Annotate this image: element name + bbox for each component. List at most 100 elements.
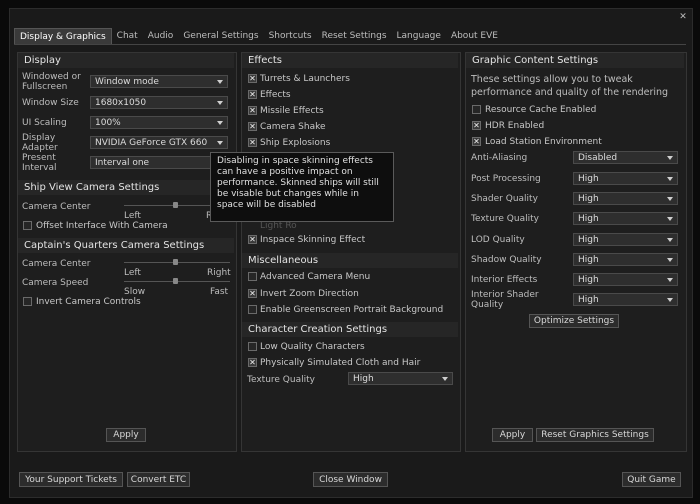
load-station-checkbox[interactable]: ✕ (472, 137, 481, 146)
display-adapter-label: Display Adapter (22, 133, 58, 153)
invert-camera-label: Invert Camera Controls (36, 297, 141, 307)
tab-shortcuts[interactable]: Shortcuts (264, 28, 317, 44)
captain-camera-center-label: Camera Center (22, 259, 91, 269)
window-size-select[interactable]: 1680x1050 (90, 96, 228, 109)
tab-about-eve[interactable]: About EVE (446, 28, 503, 44)
graphic-content-header: Graphic Content Settings (466, 53, 684, 68)
post-processing-value: High (578, 174, 599, 184)
optimize-settings-button[interactable]: Optimize Settings (529, 314, 619, 328)
texture-quality-value: High (578, 214, 599, 224)
post-processing-label: Post Processing (471, 174, 541, 184)
missile-effects-checkbox[interactable]: ✕ (248, 106, 257, 115)
effects-header: Effects (242, 53, 458, 68)
anti-aliasing-select[interactable]: Disabled (573, 151, 678, 164)
low-quality-label: Low Quality Characters (260, 342, 365, 352)
chevron-down-icon (667, 278, 673, 282)
ui-scaling-value: 100% (95, 118, 121, 128)
tab-chat[interactable]: Chat (112, 28, 143, 44)
inspace-skinning-checkbox[interactable]: ✕ (248, 235, 257, 244)
misc-header: Miscellaneous (242, 253, 458, 268)
display-adapter-select[interactable]: NVIDIA GeForce GTX 660 (90, 136, 228, 149)
ui-scaling-label: UI Scaling (22, 118, 67, 128)
tab-divider (14, 44, 686, 45)
graphics-apply-button[interactable]: Apply (492, 428, 533, 442)
reset-graphics-button[interactable]: Reset Graphics Settings (536, 428, 654, 442)
convert-etc-button[interactable]: Convert ETC (127, 472, 190, 487)
skinning-tooltip: Disabling in space skinning effects can … (210, 152, 394, 222)
windowed-label: Windowed or Fullscreen (22, 72, 81, 92)
quit-game-button[interactable]: Quit Game (622, 472, 681, 487)
hidden-effect-label: Light Ro (260, 221, 297, 231)
chevron-down-icon (667, 156, 673, 160)
present-interval-value: Interval one (95, 158, 150, 168)
window-size-label: Window Size (22, 98, 79, 108)
display-apply-button[interactable]: Apply (106, 428, 146, 442)
interior-shader-select[interactable]: High (573, 293, 678, 306)
shadow-quality-label: Shadow Quality (471, 255, 542, 265)
effects-checkbox[interactable]: ✕ (248, 90, 257, 99)
chevron-down-icon (667, 177, 673, 181)
present-interval-select[interactable]: Interval one (90, 156, 228, 169)
effects-label: Effects (260, 90, 291, 100)
tab-display-graphics[interactable]: Display & Graphics (14, 28, 112, 45)
shader-quality-label: Shader Quality (471, 194, 538, 204)
ship-camera-center-knob[interactable] (173, 202, 178, 208)
char-texture-select[interactable]: High (348, 372, 453, 385)
shadow-quality-select[interactable]: High (573, 253, 678, 266)
anti-aliasing-label: Anti-Aliasing (471, 153, 528, 163)
invert-zoom-label: Invert Zoom Direction (260, 289, 359, 299)
windowed-select[interactable]: Window mode (90, 75, 228, 88)
hdr-checkbox[interactable]: ✕ (472, 121, 481, 130)
interior-shader-value: High (578, 295, 599, 305)
captain-fast-label: Fast (210, 287, 229, 297)
texture-quality-select[interactable]: High (573, 212, 678, 225)
ship-camera-center-label: Camera Center (22, 202, 91, 212)
support-tickets-button[interactable]: Your Support Tickets (19, 472, 123, 487)
tab-general-settings[interactable]: General Settings (178, 28, 263, 44)
resource-cache-checkbox[interactable] (472, 105, 481, 114)
lod-quality-select[interactable]: High (573, 233, 678, 246)
close-icon[interactable]: ✕ (678, 12, 688, 22)
invert-zoom-checkbox[interactable]: ✕ (248, 289, 257, 298)
lod-quality-value: High (578, 235, 599, 245)
ship-explosions-checkbox[interactable]: ✕ (248, 138, 257, 147)
tab-audio[interactable]: Audio (143, 28, 179, 44)
captain-camera-speed-label: Camera Speed (22, 278, 89, 288)
invert-camera-checkbox[interactable] (23, 297, 32, 306)
greenscreen-checkbox[interactable] (248, 305, 257, 314)
cloth-hair-label: Physically Simulated Cloth and Hair (260, 358, 421, 368)
display-adapter-value: NVIDIA GeForce GTX 660 (95, 138, 208, 148)
chevron-down-icon (217, 80, 223, 84)
chevron-down-icon (217, 141, 223, 145)
post-processing-select[interactable]: High (573, 172, 678, 185)
interior-effects-select[interactable]: High (573, 273, 678, 286)
captain-camera-speed-knob[interactable] (173, 278, 178, 284)
low-quality-checkbox[interactable] (248, 342, 257, 351)
turrets-label: Turrets & Launchers (260, 74, 350, 84)
ship-explosions-label: Ship Explosions (260, 138, 331, 148)
graphic-content-description: These settings allow you to tweak perfor… (471, 74, 669, 98)
tab-reset-settings[interactable]: Reset Settings (317, 28, 392, 44)
chevron-down-icon (667, 217, 673, 221)
camera-shake-checkbox[interactable]: ✕ (248, 122, 257, 131)
advanced-camera-checkbox[interactable] (248, 272, 257, 281)
cloth-hair-checkbox[interactable]: ✕ (248, 358, 257, 367)
offset-interface-checkbox[interactable] (23, 221, 32, 230)
chevron-down-icon (667, 238, 673, 242)
close-window-button[interactable]: Close Window (313, 472, 388, 487)
chevron-down-icon (667, 258, 673, 262)
captain-camera-center-knob[interactable] (173, 259, 178, 265)
tab-language[interactable]: Language (392, 28, 446, 44)
chevron-down-icon (442, 377, 448, 381)
char-texture-value: High (353, 374, 374, 384)
ui-scaling-select[interactable]: 100% (90, 116, 228, 129)
anti-aliasing-value: Disabled (578, 153, 618, 163)
hdr-label: HDR Enabled (485, 121, 545, 131)
ship-camera-center-slider[interactable] (124, 205, 214, 206)
chevron-down-icon (217, 121, 223, 125)
shadow-quality-value: High (578, 255, 599, 265)
present-interval-label: Present Interval (22, 153, 57, 173)
load-station-label: Load Station Environment (485, 137, 602, 147)
shader-quality-select[interactable]: High (573, 192, 678, 205)
turrets-checkbox[interactable]: ✕ (248, 74, 257, 83)
